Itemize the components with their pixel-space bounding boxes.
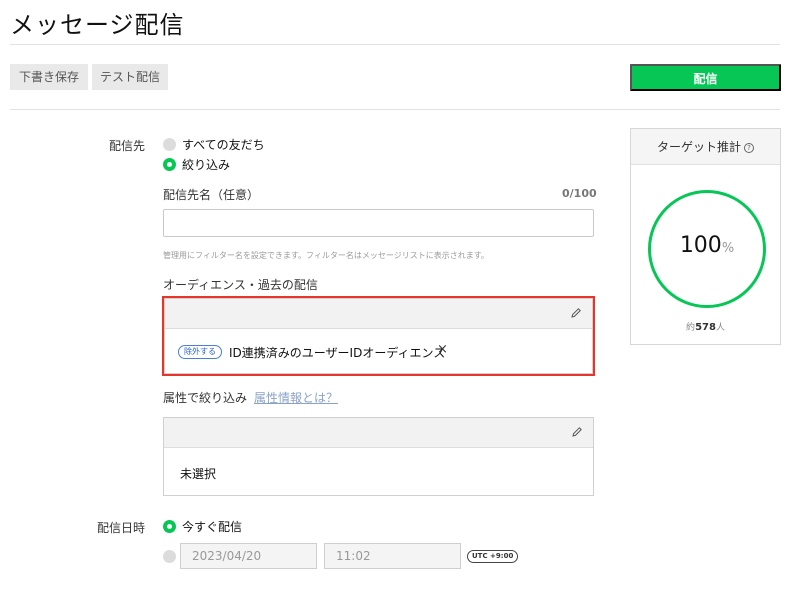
header-divider [10,44,780,45]
target-percent: 100% [651,233,763,258]
page-title: メッセージ配信 [10,11,185,39]
recipient-name-helper: 管理用にフィルター名を設定できます。フィルター名はメッセージリストに表示されます… [163,251,489,260]
attribute-info-link[interactable]: 属性情報とは？ [254,389,338,406]
target-percent-value: 100 [679,233,722,258]
radio-send-now[interactable] [163,520,176,533]
pencil-icon[interactable] [571,426,583,438]
option-all-friends-label: すべての友だち [182,138,265,152]
attribute-filter-label: 属性で絞り込み [163,391,248,405]
attribute-box [163,417,594,496]
timezone-badge: UTC +9:00 [467,550,519,563]
radio-filter[interactable] [163,158,176,171]
approx-prefix: 約 [686,323,696,333]
target-estimate-title: ターゲット推計 [656,140,741,154]
toolbar-divider [10,109,780,110]
send-now-label: 今すぐ配信 [182,520,243,534]
date-input[interactable]: 2023/04/20 [180,543,317,569]
recipient-name-label: 配信先名（任意） [163,188,260,202]
help-icon[interactable]: ? [744,142,754,153]
target-percent-symbol: % [721,241,735,256]
send-button[interactable]: 配信 [630,64,781,91]
target-gauge: 100% [648,190,766,308]
approx-count-value: 578 [695,322,716,333]
attribute-value: 未選択 [180,467,217,481]
save-draft-button[interactable]: 下書き保存 [10,64,88,90]
schedule-label: 配信日時 [96,521,145,535]
audience-label: オーディエンス・過去の配信 [163,278,318,292]
approx-suffix: 人 [715,323,725,333]
radio-all-friends[interactable] [163,138,176,151]
target-approx-count: 約578人 [630,320,781,333]
test-send-button[interactable]: テスト配信 [92,64,168,90]
target-estimate-header: ターゲット推計? [631,129,780,165]
char-counter: 0/100 [562,187,597,200]
attribute-box-header [164,418,593,448]
recipient-name-input[interactable] [163,209,594,237]
option-filter-label: 絞り込み [182,158,231,172]
audience-highlight-frame [162,296,595,376]
radio-scheduled[interactable] [163,550,176,563]
time-input[interactable]: 11:02 [324,543,461,569]
recipients-label: 配信先 [108,139,145,153]
